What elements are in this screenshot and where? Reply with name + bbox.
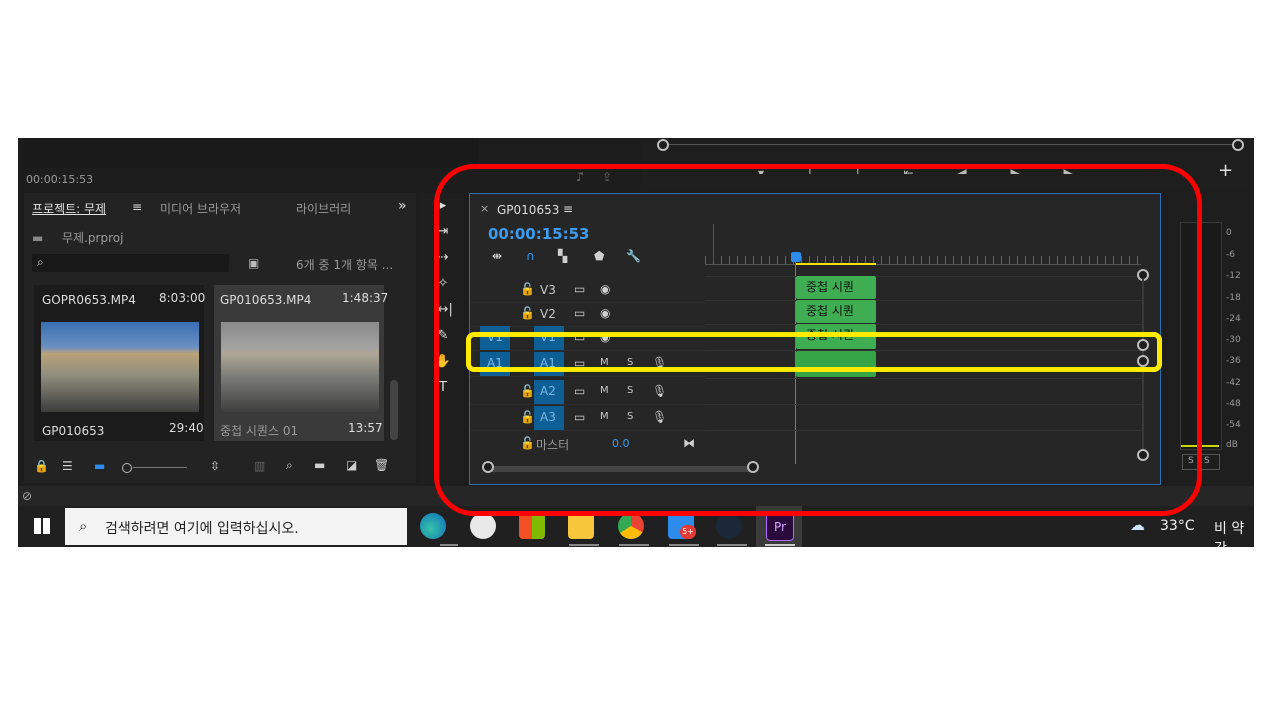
meter-tick: -54: [1226, 420, 1241, 430]
source-timecode: 00:00:15:53: [26, 173, 94, 186]
item-count: 6개 중 1개 항목 ...: [296, 258, 394, 272]
meter-tick: -24: [1226, 314, 1241, 324]
project-file-name: 무제.prproj: [62, 231, 124, 245]
windows-start-icon[interactable]: [34, 518, 50, 534]
zoom-app-icon[interactable]: 5+: [668, 513, 696, 539]
running-indicator: [765, 544, 795, 546]
meter-tick: -18: [1226, 293, 1241, 303]
item-duration: 8:03:00: [159, 291, 206, 305]
item-name: GP010653: [42, 424, 105, 438]
premiere-pro-icon[interactable]: Pr: [766, 513, 794, 541]
running-indicator: [440, 544, 458, 546]
meter-tick: -48: [1226, 399, 1241, 409]
program-scrub-start[interactable]: [657, 139, 669, 151]
project-scrollbar[interactable]: [390, 380, 398, 440]
icon-view-icon[interactable]: ▬: [94, 460, 105, 472]
taskbar-search-placeholder: 검색하려면 여기에 입력하십시오.: [105, 521, 299, 537]
item-duration: 13:57: [348, 421, 383, 435]
new-search-bin-icon[interactable]: ▣: [248, 257, 259, 269]
store-icon[interactable]: [519, 513, 545, 539]
meter-tick: -30: [1226, 335, 1241, 345]
clip-thumbnail: [221, 322, 379, 412]
meter-tick: -42: [1226, 378, 1241, 388]
search-icon: ⌕: [79, 517, 88, 535]
yellow-annotation-box: [466, 332, 1162, 372]
weather-temp[interactable]: 33°C: [1160, 518, 1195, 534]
tab-project[interactable]: 프로젝트: 무제: [32, 200, 106, 217]
tab-media-browser[interactable]: 미디어 브라우저: [160, 200, 241, 217]
meter-tick: -36: [1226, 356, 1241, 366]
running-indicator: [669, 544, 699, 546]
project-item-selected[interactable]: GP010653.MP4 1:48:37 중첩 시퀀스 01 13:57: [214, 285, 388, 441]
meter-tick: 0: [1226, 228, 1232, 238]
meter-tick: dB: [1226, 440, 1238, 450]
clip-thumbnail: [41, 322, 199, 412]
edge-browser-icon[interactable]: [420, 513, 446, 539]
tab-menu-icon[interactable]: ≡: [132, 200, 142, 214]
rain-cloud-icon[interactable]: ☁: [1130, 518, 1145, 533]
notification-badge: 5+: [680, 525, 696, 539]
automate-icon[interactable]: ▥: [254, 460, 265, 472]
item-name: 중첩 시퀀스 01: [220, 424, 299, 438]
zoom-slider[interactable]: [133, 467, 187, 468]
meter-tick: -12: [1226, 271, 1241, 281]
sync-status-icon: ⊘: [22, 489, 33, 503]
list-view-icon[interactable]: ☰: [62, 460, 73, 472]
running-indicator: [717, 544, 747, 546]
weather-desc[interactable]: 비 약간: [1214, 518, 1254, 547]
file-explorer-icon[interactable]: [568, 513, 594, 539]
item-duration: 1:48:37: [342, 291, 389, 305]
tab-libraries[interactable]: 라이브러리: [296, 200, 351, 217]
item-name: GP010653.MP4: [220, 293, 312, 307]
sort-icon[interactable]: ⇳: [210, 460, 220, 472]
meter-tick: -6: [1226, 250, 1235, 260]
find-icon[interactable]: ⌕: [286, 459, 293, 471]
source-monitor-viewer: [24, 138, 479, 168]
item-duration: 29:40: [169, 421, 204, 435]
project-item[interactable]: GOPR0653.MP4 8:03:00 GP010653 29:40: [34, 285, 206, 441]
program-scrub-bar[interactable]: [662, 144, 1238, 145]
new-item-icon[interactable]: ◪: [346, 459, 357, 471]
program-scrub-end[interactable]: [1232, 139, 1244, 151]
running-indicator: [619, 544, 649, 546]
solo-right[interactable]: S: [1204, 456, 1210, 466]
trash-icon[interactable]: 🗑: [374, 459, 389, 471]
item-name: GOPR0653.MP4: [42, 293, 136, 307]
running-indicator: [569, 544, 599, 546]
search-icon: ⌕: [37, 255, 44, 269]
project-search-input[interactable]: [32, 254, 229, 272]
new-bin-icon[interactable]: ▬: [314, 459, 325, 471]
zoom-slider-knob[interactable]: [122, 463, 132, 473]
more-panels-button[interactable]: »: [398, 198, 407, 214]
lock-icon[interactable]: 🔒: [34, 460, 49, 472]
steam-icon[interactable]: [716, 513, 742, 539]
taskbar-search-box[interactable]: ⌕ 검색하려면 여기에 입력하십시오.: [65, 508, 407, 545]
snipping-tool-icon[interactable]: [470, 513, 496, 539]
add-button-icon[interactable]: +: [1218, 162, 1233, 180]
chrome-icon[interactable]: [618, 513, 644, 539]
folder-icon: ▬: [32, 231, 44, 245]
